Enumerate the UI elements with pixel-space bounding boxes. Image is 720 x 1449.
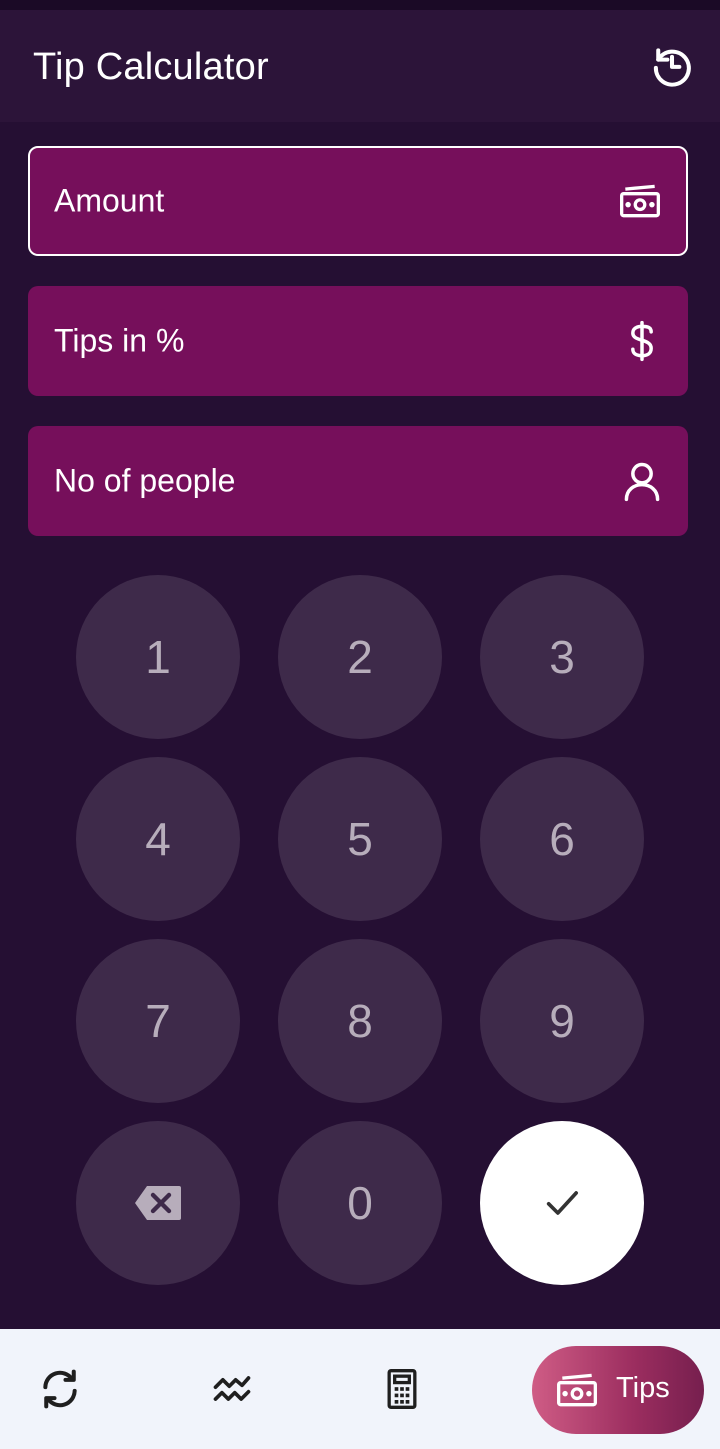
calculator-icon[interactable] [380, 1367, 424, 1411]
bottom-navigation: Tips [0, 1329, 720, 1449]
people-field-label: No of people [54, 462, 236, 499]
key-8[interactable]: 8 [278, 939, 442, 1103]
page-title: Tip Calculator [33, 46, 269, 88]
app-bar: Tip Calculator [0, 10, 720, 122]
check-icon [546, 1191, 578, 1215]
key-3[interactable]: 3 [480, 575, 644, 739]
amount-field-label: Amount [54, 182, 165, 219]
backspace-icon [135, 1186, 181, 1220]
key-0[interactable]: 0 [278, 1121, 442, 1285]
tips-percent-field[interactable]: Tips in % [28, 286, 688, 396]
key-7[interactable]: 7 [76, 939, 240, 1103]
status-bar [0, 0, 720, 10]
key-4[interactable]: 4 [76, 757, 240, 921]
person-icon [624, 462, 660, 502]
tips-nav-button[interactable]: Tips [532, 1346, 704, 1434]
people-count-field[interactable]: No of people [28, 426, 688, 536]
amount-field[interactable]: Amount [28, 146, 688, 256]
tips-field-label: Tips in % [54, 322, 185, 359]
confirm-button[interactable] [480, 1121, 644, 1285]
chart-icon[interactable] [210, 1367, 254, 1411]
sync-icon[interactable] [38, 1367, 82, 1411]
key-1[interactable]: 1 [76, 575, 240, 739]
key-9[interactable]: 9 [480, 939, 644, 1103]
key-6[interactable]: 6 [480, 757, 644, 921]
cash-icon [620, 184, 660, 218]
key-2[interactable]: 2 [278, 575, 442, 739]
cash-icon [557, 1373, 597, 1407]
history-icon[interactable] [650, 44, 694, 88]
key-5[interactable]: 5 [278, 757, 442, 921]
tips-nav-label: Tips [616, 1372, 670, 1404]
backspace-button[interactable] [76, 1121, 240, 1285]
dollar-icon [631, 320, 653, 362]
